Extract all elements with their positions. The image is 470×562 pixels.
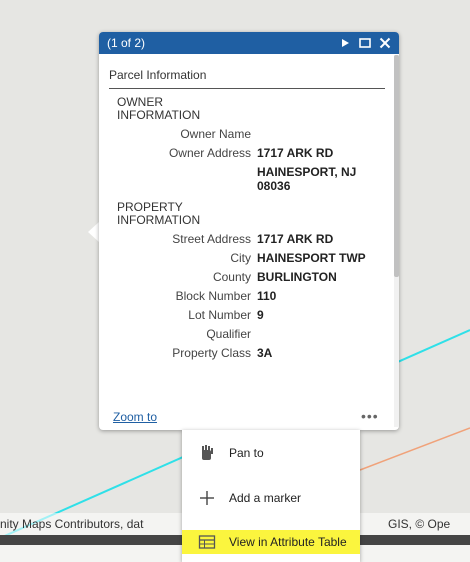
attribute-label: Street Address (172, 232, 251, 246)
attribute-row: Lot Number 9 (109, 308, 391, 322)
attribute-row: Qualifier (109, 327, 391, 341)
popup-scrollbar[interactable] (394, 55, 399, 427)
attribute-value: 1717 ARK RD (257, 232, 334, 246)
next-icon[interactable] (338, 36, 352, 50)
attribute-label: Property Class (172, 346, 251, 360)
attribute-label: Qualifier (206, 327, 251, 341)
zoom-to-link[interactable]: Zoom to (113, 410, 157, 424)
add-marker-menu-item[interactable]: Add a marker (182, 486, 360, 510)
attribute-value (257, 127, 377, 141)
attribute-row: County BURLINGTON (109, 270, 391, 284)
pan-to-label: Pan to (229, 446, 264, 460)
attribute-label: Block Number (175, 289, 251, 303)
attribute-value: 110 (257, 289, 277, 303)
pan-to-menu-item[interactable]: Pan to (182, 441, 360, 465)
attribute-value: HAINESPORT, NJ 08036 (257, 165, 357, 193)
feature-counter: (1 of 2) (107, 36, 146, 50)
popup-header: (1 of 2) (99, 32, 399, 54)
attribution-left-text: nity Maps Contributors, dat (0, 517, 144, 531)
popup-pointer (88, 222, 99, 242)
maximize-icon[interactable] (358, 36, 372, 50)
attribute-label: County (212, 270, 251, 284)
property-information-heading: PROPERTY INFORMATION (117, 200, 201, 227)
attribute-label: Lot Number (188, 308, 251, 322)
popup-content[interactable]: OWNER INFORMATION Owner Name Owner Addre… (109, 96, 391, 398)
attribute-value (257, 327, 377, 341)
attribute-row: Block Number 110 (109, 289, 391, 303)
close-icon[interactable] (378, 36, 392, 50)
owner-information-heading: OWNER INFORMATION (117, 96, 201, 122)
attribute-value: 1717 ARK RD (257, 146, 334, 160)
attribute-row: City HAINESPORT TWP (109, 251, 391, 265)
attribute-label (109, 165, 257, 193)
attribute-value: HAINESPORT TWP (257, 251, 366, 265)
attribute-value: BURLINGTON (257, 270, 337, 284)
attribute-label: Owner Address (168, 146, 251, 160)
view-attribute-table-menu-item[interactable]: View in Attribute Table (182, 530, 360, 554)
attribution-right-text: GIS, © Ope (388, 517, 451, 531)
attribute-row: HAINESPORT, NJ 08036 (109, 165, 391, 193)
attribute-label: City (230, 251, 251, 265)
attribute-row: Owner Name (109, 127, 391, 141)
attribute-label: Owner Name (180, 127, 251, 141)
attribute-row: Owner Address 1717 ARK RD (109, 146, 391, 160)
orange-road-line (359, 427, 470, 471)
more-actions-button[interactable]: ••• (361, 408, 379, 424)
view-attribute-table-label: View in Attribute Table (229, 535, 347, 549)
attribute-value: 3A (257, 346, 273, 360)
plus-icon (200, 491, 214, 505)
popup-actions-menu: Pan to Add a marker View in Attribute Ta… (182, 430, 360, 562)
table-icon (198, 535, 216, 549)
scrollbar-thumb[interactable] (394, 55, 399, 277)
add-marker-label: Add a marker (229, 491, 302, 505)
parcel-popup: (1 of 2) Parcel Information OWNER INFORM… (99, 32, 399, 430)
attribute-row: Property Class 3A (109, 346, 391, 360)
attribute-value: 9 (257, 308, 264, 322)
attribute-row: Street Address 1717 ARK RD (109, 232, 391, 246)
pan-icon (202, 445, 213, 460)
popup-title: Parcel Information (109, 68, 385, 89)
